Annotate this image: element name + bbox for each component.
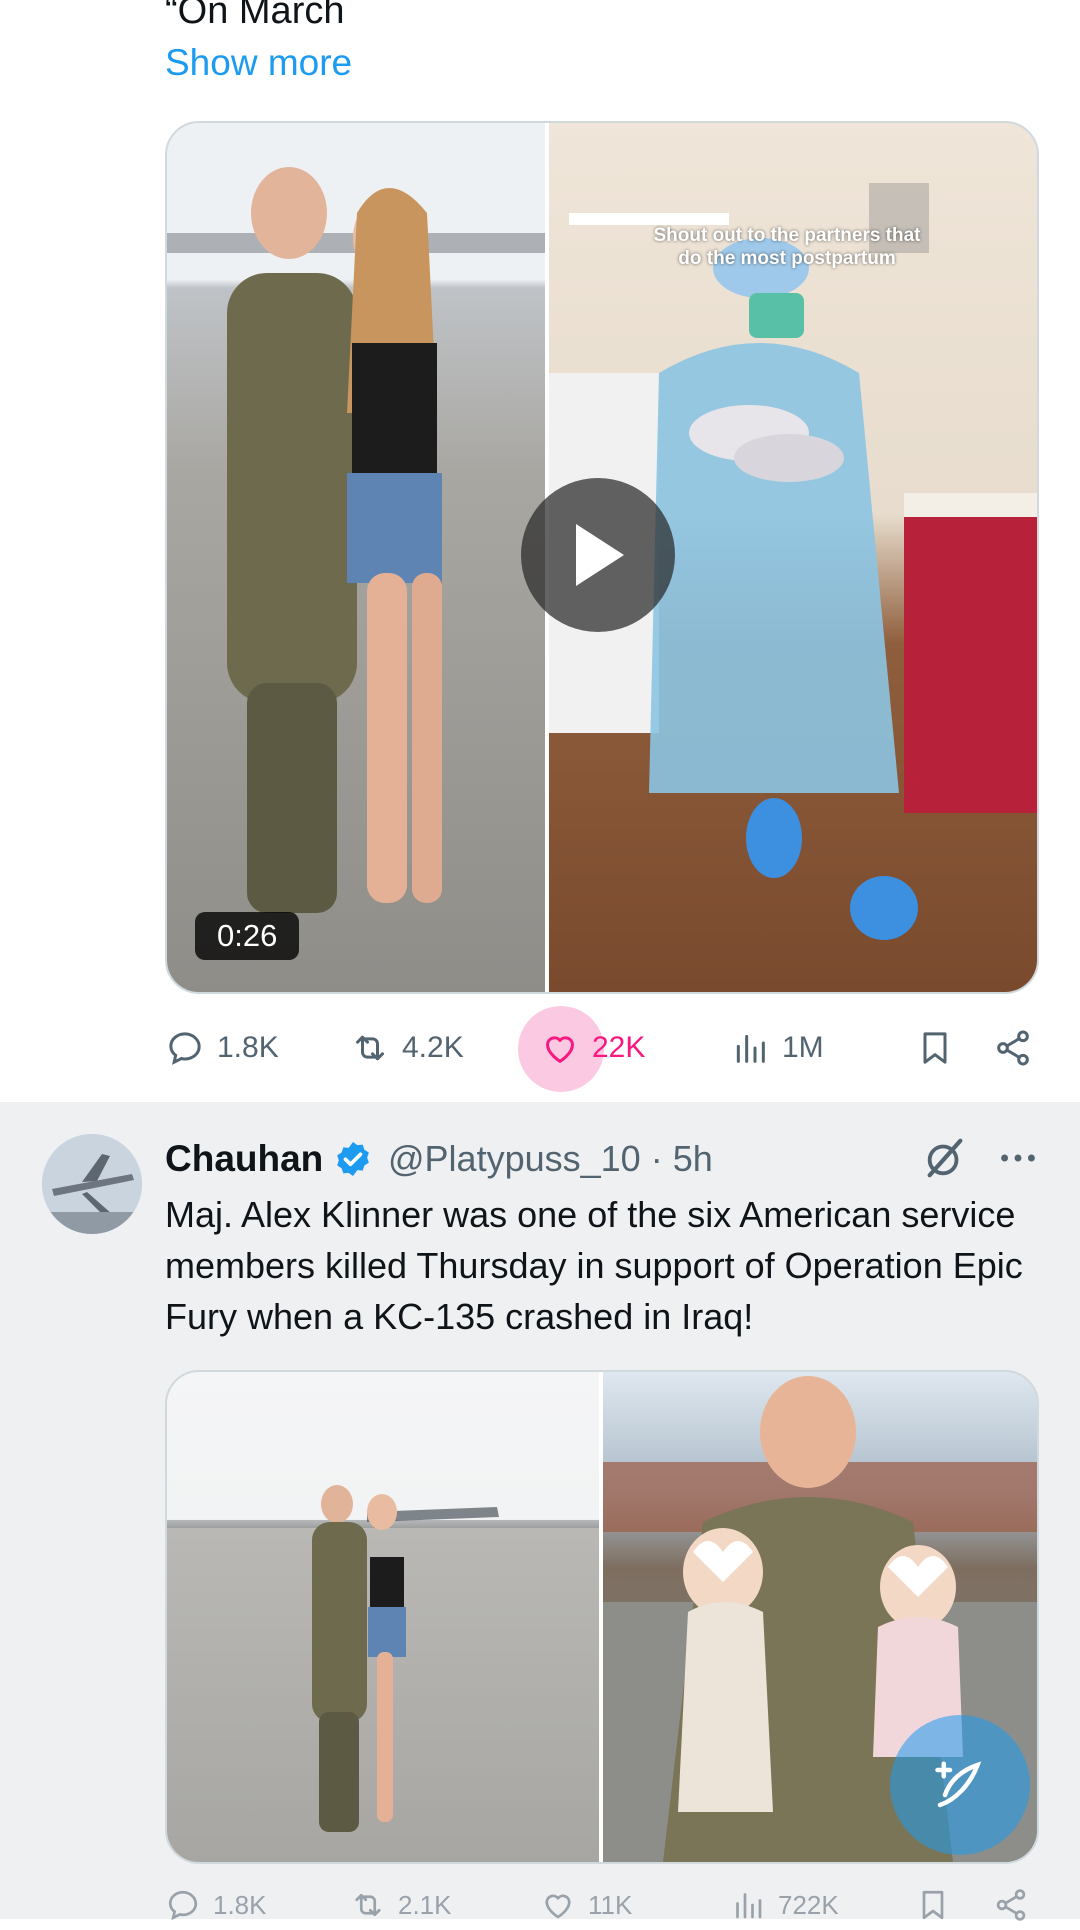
- show-more-link[interactable]: Show more: [165, 40, 352, 86]
- overlay-caption-line-1: Shout out to the partners that: [653, 225, 921, 246]
- handle-line: @Platypuss_10 · 5h: [388, 1135, 713, 1183]
- views-button-2[interactable]: 722K: [730, 1880, 839, 1930]
- reply-button-2[interactable]: 1.8K: [165, 1880, 267, 1930]
- author-handle[interactable]: @Platypuss_10: [388, 1138, 641, 1179]
- more-options-icon[interactable]: [995, 1135, 1041, 1181]
- views-icon: [736, 1893, 762, 1919]
- repost-icon: [355, 1893, 381, 1917]
- bookmark-button-2[interactable]: [915, 1880, 951, 1930]
- couple-photo-illustration-2: [167, 1485, 599, 1832]
- share-button[interactable]: [993, 1008, 1033, 1088]
- play-icon: [576, 524, 624, 586]
- view-count: 1M: [782, 1031, 824, 1064]
- bookmark-icon: [923, 1032, 947, 1064]
- repost-count-2: 2.1K: [398, 1889, 452, 1920]
- like-button-2[interactable]: 11K: [540, 1880, 632, 1930]
- like-count-2: 11K: [588, 1889, 633, 1920]
- reply-icon: [168, 1890, 198, 1921]
- author-name[interactable]: Chauhan: [165, 1135, 323, 1183]
- tweet-2-text: Maj. Alex Klinner was one of the six Ame…: [165, 1194, 1023, 1337]
- view-count-2: 722K: [778, 1889, 839, 1920]
- share-icon: [996, 1889, 1026, 1921]
- reply-icon: [169, 1032, 201, 1065]
- reply-button[interactable]: 1.8K: [165, 1008, 279, 1088]
- overlay-caption-line-2: do the most postpartum: [678, 248, 896, 269]
- reply-count: 1.8K: [217, 1031, 279, 1064]
- couple-photo-illustration: [167, 167, 545, 913]
- compose-feather-icon: [935, 1761, 982, 1808]
- play-button[interactable]: [521, 478, 675, 632]
- tweet-2-action-bar: 1.8K 2.1K 11K 722K: [0, 1880, 1080, 1930]
- avatar[interactable]: [42, 1134, 142, 1234]
- video-overlay-caption: Shout out to the partners that do the mo…: [622, 224, 952, 270]
- post-time[interactable]: 5h: [673, 1138, 713, 1179]
- tweet-1-text: “On March: [165, 0, 345, 32]
- video-left-frame: [167, 123, 545, 992]
- photo-left[interactable]: [167, 1372, 599, 1862]
- views-button[interactable]: 1M: [730, 1008, 824, 1088]
- heart-icon: [545, 1894, 571, 1919]
- repost-button[interactable]: 4.2K: [350, 1008, 464, 1088]
- bookmark-icon: [922, 1890, 944, 1920]
- repost-count: 4.2K: [402, 1031, 464, 1064]
- grok-icon[interactable]: [922, 1135, 968, 1181]
- plane-avatar-icon: [42, 1134, 142, 1234]
- share-icon: [997, 1030, 1029, 1066]
- dot-separator: ·: [650, 1138, 663, 1179]
- share-button-2[interactable]: [993, 1880, 1029, 1930]
- bookmark-button[interactable]: [915, 1008, 955, 1088]
- verified-badge-icon: [337, 1142, 369, 1176]
- repost-icon: [356, 1035, 384, 1061]
- like-button[interactable]: 22K: [540, 1008, 645, 1088]
- reply-count-2: 1.8K: [213, 1889, 267, 1920]
- heart-icon: [546, 1036, 574, 1063]
- like-count: 22K: [592, 1031, 646, 1064]
- repost-button-2[interactable]: 2.1K: [350, 1880, 452, 1930]
- tweet-1-action-bar: 1.8K 4.2K 22K 1M: [0, 1008, 1080, 1088]
- compose-post-button[interactable]: [890, 1715, 1030, 1855]
- video-duration-badge: 0:26: [195, 912, 300, 960]
- views-icon: [736, 1034, 765, 1063]
